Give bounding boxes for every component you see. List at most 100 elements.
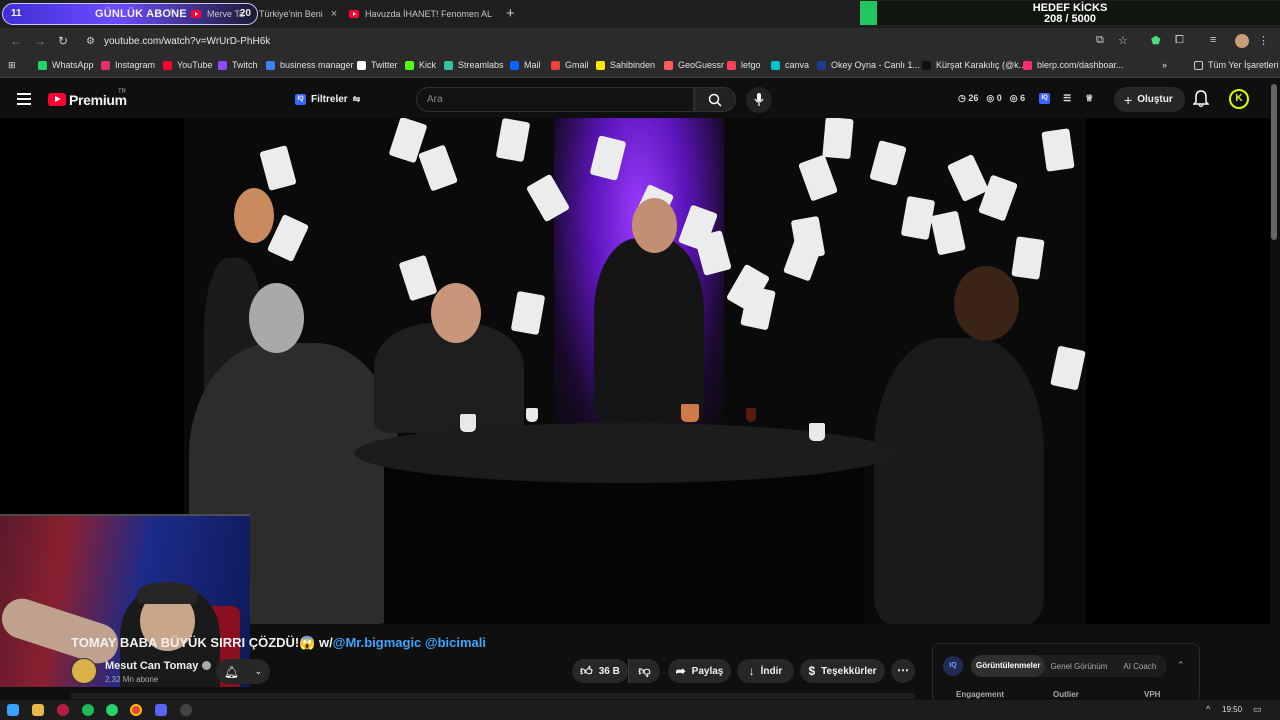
extension-shield-icon[interactable]: ⬟ <box>1151 34 1161 47</box>
tray-chevron-up-icon[interactable]: ^ <box>1206 704 1210 714</box>
bookmark-star-icon[interactable]: ☆ <box>1118 34 1128 47</box>
bookmarks-overflow-button[interactable]: » <box>1162 60 1167 70</box>
browser-profile-avatar[interactable] <box>1235 34 1249 48</box>
spotify-icon[interactable] <box>82 704 94 716</box>
bookmark-item[interactable]: Gmail <box>551 60 589 70</box>
url-field[interactable]: youtube.com/watch?v=WrUrD-PhH6k <box>104 36 270 47</box>
playing-card <box>869 140 907 186</box>
tab-close-icon[interactable]: × <box>167 6 173 17</box>
create-button[interactable]: + Oluştur <box>1114 87 1185 112</box>
bookmark-item[interactable]: letgo <box>727 60 761 70</box>
bookmark-item[interactable]: Twitter <box>357 60 398 70</box>
tab-close-icon[interactable]: × <box>331 8 337 20</box>
filters-label: Filtreler <box>311 94 348 105</box>
apps-grid-icon[interactable]: ⊞ <box>8 60 16 71</box>
tab-merve[interactable]: Merve Ta <box>191 4 257 24</box>
site-info-icon[interactable]: ⚙ <box>86 36 95 47</box>
notifications-center-icon[interactable]: ▭ <box>1253 704 1262 715</box>
description-box-edge <box>71 693 915 699</box>
bookmark-label: Okey Oyna - Canlı 1... <box>831 60 921 70</box>
subscription-notifications-button[interactable]: 🔔︎ ⌄ <box>216 659 270 684</box>
chrome-icon[interactable] <box>130 704 142 716</box>
bookmark-favicon-icon <box>266 60 275 70</box>
filters-button[interactable]: IQ Filtreler ⇋ <box>287 89 368 110</box>
scrollbar-thumb[interactable] <box>1271 84 1277 240</box>
opera-icon[interactable] <box>57 704 69 716</box>
new-tab-button[interactable]: + <box>506 5 515 22</box>
voice-search-button[interactable] <box>746 87 772 113</box>
bookmark-label: Kick <box>419 60 437 70</box>
streamer-headphones <box>137 582 197 604</box>
tab-overview[interactable]: Genel Görünüm <box>1045 662 1112 671</box>
file-explorer-icon[interactable] <box>32 704 44 716</box>
browser-menu-icon[interactable]: ⋮ <box>1258 34 1269 47</box>
all-bookmarks-button[interactable]: Tüm Yer İşaretleri <box>1194 60 1279 70</box>
tab-views[interactable]: Görüntülenmeler <box>971 655 1046 677</box>
bookmark-item[interactable]: Mail <box>510 60 541 70</box>
search-input[interactable]: Ara <box>416 87 694 112</box>
bookmark-label: Kürşat Karakılıç (@k... <box>936 60 1027 70</box>
playing-card <box>1041 128 1075 172</box>
bookmark-label: Sahibinden <box>610 60 656 70</box>
menu-hamburger-icon[interactable] <box>17 93 31 105</box>
bookmark-item[interactable]: Sahibinden <box>596 60 655 70</box>
list-icon[interactable]: ☰ <box>1063 93 1071 104</box>
tab-havuzda[interactable]: Havuzda İHANET! Fenomen AL × <box>349 4 497 24</box>
bookmark-item[interactable]: blerp.com/dashboar... <box>1023 60 1124 70</box>
bookmark-favicon-icon <box>163 60 172 70</box>
title-mentions-link[interactable]: @Mr.bigmagic @bicimali <box>333 635 486 650</box>
tab-ai-coach[interactable]: AI Coach <box>1118 662 1161 671</box>
bookmark-item[interactable]: business manager <box>266 60 354 70</box>
bookmark-favicon-icon <box>551 60 560 70</box>
extensions-puzzle-icon[interactable]: ⧠ <box>1175 34 1184 47</box>
download-button[interactable]: ↓ İndir <box>737 659 794 683</box>
forward-arrow-icon[interactable]: → <box>34 34 46 48</box>
obs-icon[interactable] <box>180 704 192 716</box>
bookmark-item[interactable]: Streamlabs <box>444 60 504 70</box>
share-arrow-icon: ➦ <box>675 664 686 678</box>
stat-b: ◎ 0 <box>986 93 1002 103</box>
bookmark-item[interactable]: YouTube <box>163 60 212 70</box>
playing-card <box>930 210 966 256</box>
share-button[interactable]: ➦ Paylaş <box>668 659 731 683</box>
bookmark-item[interactable]: Okey Oyna - Canlı 1... <box>817 60 920 70</box>
thanks-button[interactable]: $ Teşekkürler <box>800 659 885 683</box>
channel-name[interactable]: Mesut Can Tomay <box>105 660 212 672</box>
bookmark-item[interactable]: WhatsApp <box>38 60 94 70</box>
page-scrollbar[interactable] <box>1271 84 1277 704</box>
reload-icon[interactable]: ↻ <box>58 34 68 48</box>
chevron-up-icon[interactable]: ⌃ <box>1177 660 1185 671</box>
dislike-button[interactable]: 👎︎ <box>628 659 660 683</box>
bookmark-item[interactable]: canva <box>771 60 809 70</box>
channel-avatar[interactable] <box>71 658 97 684</box>
notifications-bell-icon[interactable] <box>1193 90 1209 108</box>
goal-left-count: 11 <box>11 8 22 19</box>
youtube-logo-icon[interactable] <box>48 93 66 106</box>
like-button[interactable]: 👍︎ 36 B <box>572 659 628 683</box>
bookmark-favicon-icon <box>444 60 453 70</box>
tab-turkiye[interactable]: Türkiye'nin Beni × <box>259 4 341 24</box>
start-windows-icon[interactable] <box>7 704 19 716</box>
vidiq-icon[interactable]: IQ <box>1039 93 1051 104</box>
bookmark-item[interactable]: Kürşat Karakılıç (@k... <box>922 60 1026 70</box>
reading-list-icon[interactable]: ≡ <box>1210 34 1216 46</box>
bookmark-label: Instagram <box>115 60 156 70</box>
thumbs-down-icon: 👎︎ <box>638 663 651 678</box>
video-player[interactable] <box>0 118 1270 687</box>
install-app-icon[interactable]: ⧉ <box>1096 34 1104 47</box>
back-arrow-icon[interactable]: ← <box>10 34 22 48</box>
account-avatar[interactable]: K <box>1229 89 1249 109</box>
bookmark-item[interactable]: Twitch <box>218 60 258 70</box>
bookmark-favicon-icon <box>510 60 519 70</box>
video-frame[interactable] <box>184 118 1086 624</box>
trophy-icon[interactable]: ♕ <box>1085 93 1093 104</box>
more-actions-icon[interactable]: ⋯ <box>891 659 915 683</box>
bookmark-item[interactable]: Kick <box>405 60 436 70</box>
bell-icon: 🔔︎ <box>223 664 240 679</box>
discord-icon[interactable] <box>155 704 167 716</box>
bookmark-item[interactable]: GeoGuessr <box>664 60 724 70</box>
whatsapp-icon[interactable] <box>106 704 118 716</box>
search-button[interactable] <box>694 87 736 112</box>
bookmark-item[interactable]: Instagram <box>101 60 155 70</box>
magician-head <box>632 198 677 253</box>
